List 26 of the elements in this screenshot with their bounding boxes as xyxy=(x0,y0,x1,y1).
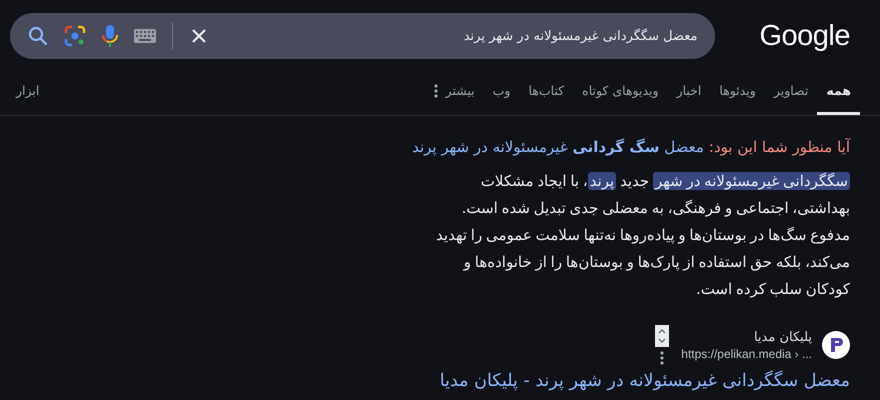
search-tab[interactable]: همه xyxy=(817,73,860,115)
search-tab[interactable]: تصاویر xyxy=(764,73,818,115)
keyboard-icon[interactable] xyxy=(134,29,156,43)
google-logo[interactable]: Google xyxy=(759,20,850,52)
search-tab[interactable]: ویدیوهای کوتاه xyxy=(573,73,668,115)
search-tab[interactable]: اخبار xyxy=(668,73,710,115)
search-tab[interactable]: بیشتر xyxy=(424,73,484,115)
more-options-icon[interactable] xyxy=(660,351,664,365)
result-title-link[interactable]: معضل سگگردانی غیرمسئولانه در شهر پرند - پلیکان مدیا xyxy=(440,371,850,391)
search-icon[interactable] xyxy=(28,26,48,46)
search-tab[interactable]: ویدئوها xyxy=(710,73,765,115)
did-you-mean-label: آیا منظور شما این بود: xyxy=(708,138,850,156)
up-down-arrows-icon[interactable] xyxy=(655,325,670,347)
suggestion-link[interactable]: معضل سگ گردانی غیرمسئولانه در شهر پرند xyxy=(412,138,704,156)
search-query: معضل سگگردانی غیرمسئولانه در شهر پرند xyxy=(462,28,698,44)
search-tab[interactable]: وب xyxy=(484,73,520,115)
more-icon xyxy=(434,84,438,98)
site-favicon-icon[interactable] xyxy=(822,331,850,359)
search-tab[interactable]: کتاب‌ها xyxy=(519,73,574,115)
result-snippet: سگگردانی غیرمسئولانه در شهر جدید پرند، با ایجاد مشکلات بهداشتی، اجتماعی و فرهنگی، به معضلی جدی تبدیل شده است. مدفوع سگ‌ها در بوستان‌ها و پیاده‌روها نه‌تنها سلامت عمومی را تهدید می‌کند، بلکه حق استفاده از پارک‌ها و بوستان‌ها را از خانواده‌ها و کودکان سلب کرده است. xyxy=(435,171,850,300)
tools-button[interactable]: ابزار xyxy=(16,73,40,115)
search-field[interactable]: معضل سگگردانی غیرمسئولانه در شهر پرند xyxy=(10,13,716,59)
site-name[interactable]: پلیکان مدیا xyxy=(681,330,812,344)
microphone-icon[interactable] xyxy=(102,24,118,48)
site-url[interactable]: https://pelikan.media › ... xyxy=(681,346,812,360)
camera-lens-icon[interactable] xyxy=(64,25,86,47)
